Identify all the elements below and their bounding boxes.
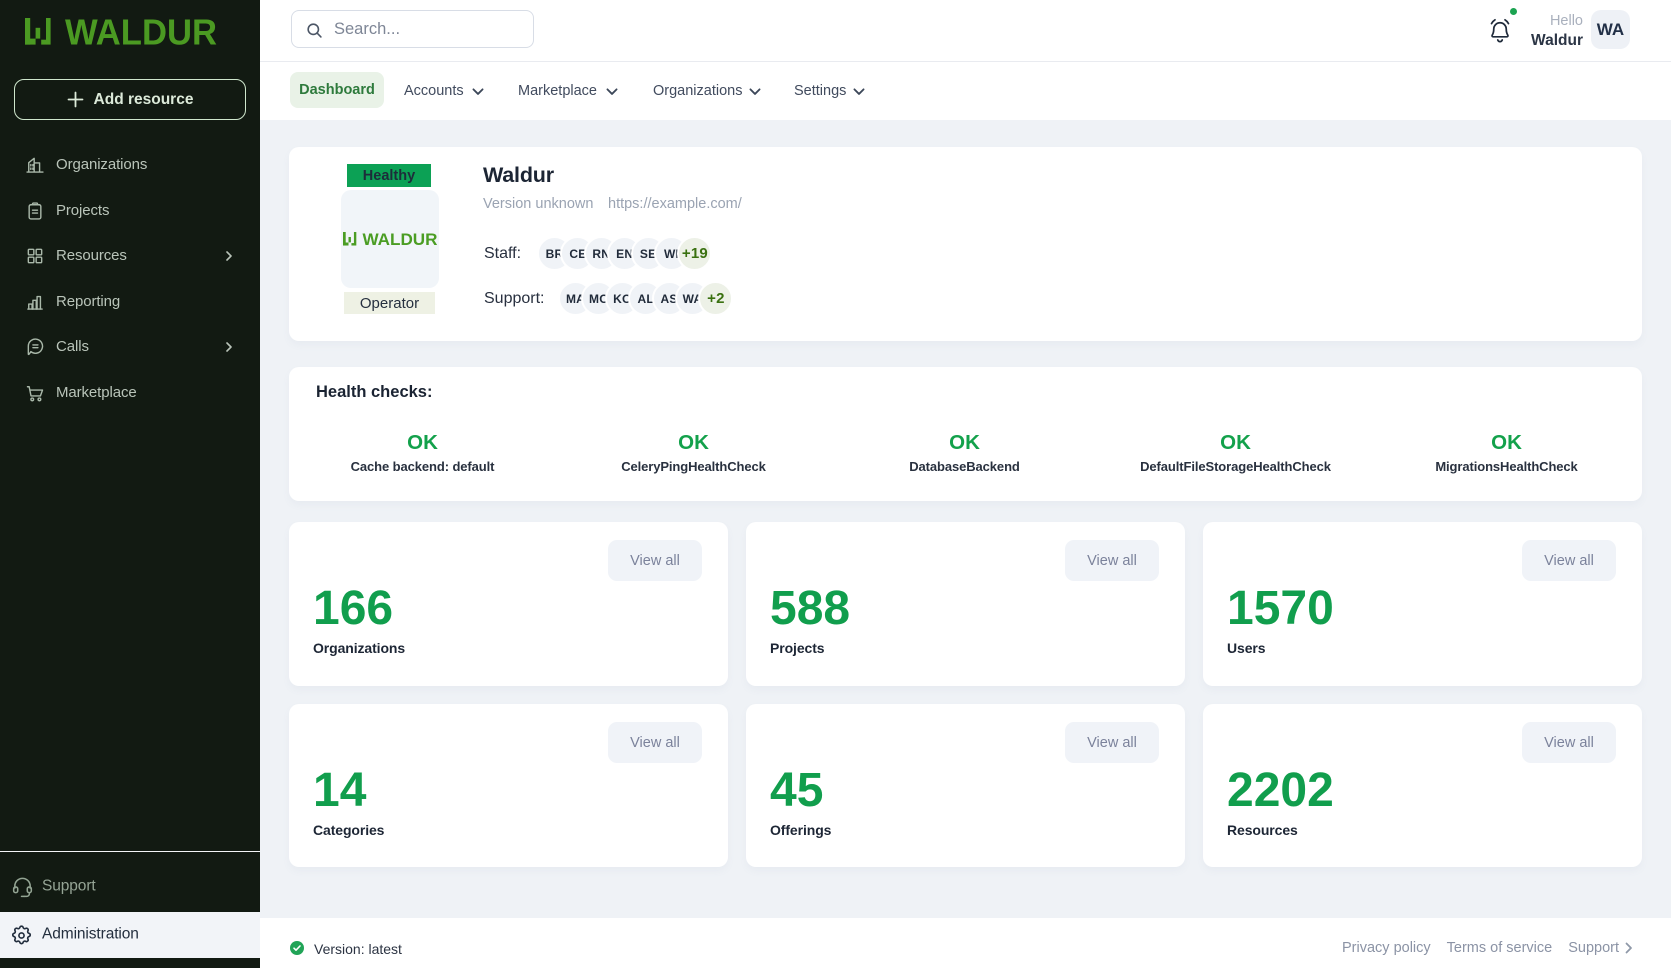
svg-text:WALDUR: WALDUR <box>362 232 437 246</box>
svg-text:WALDUR: WALDUR <box>65 18 217 46</box>
